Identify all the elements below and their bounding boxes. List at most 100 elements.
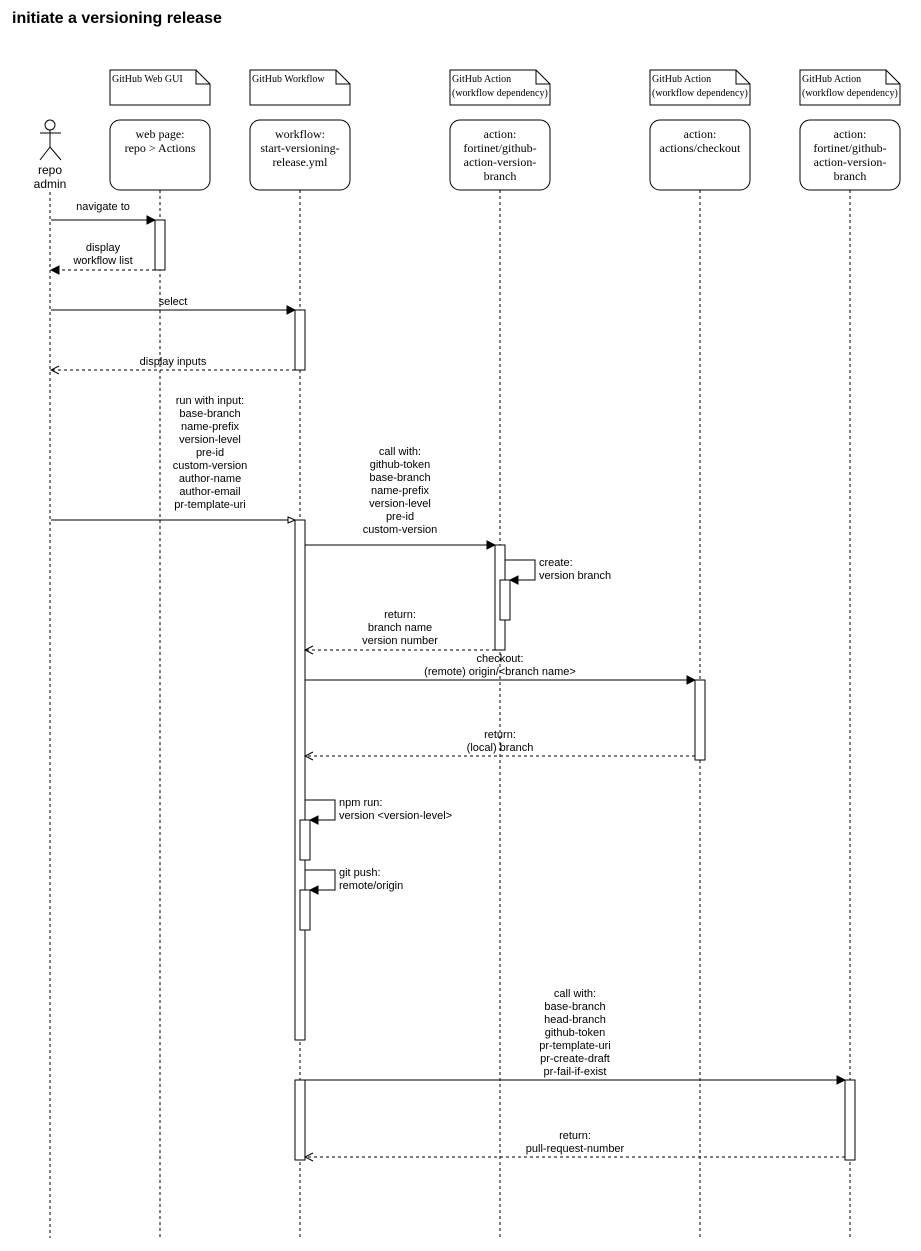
participant-note-text: (workflow dependency) xyxy=(802,88,898,99)
activation-bar xyxy=(299,819,311,861)
activation-bar xyxy=(499,579,511,621)
message-label: pr-template-uri xyxy=(539,1040,611,1052)
message-navigate-to: navigate to xyxy=(51,201,155,220)
message-call-with: call with:github-tokenbase-branchname-pr… xyxy=(305,446,495,545)
message-arrow xyxy=(305,799,336,820)
message-arrow xyxy=(505,559,536,580)
message-call-with: call with:base-branchhead-branchgithub-t… xyxy=(305,988,845,1080)
message-label: branch name xyxy=(368,622,432,634)
participant-box-text: start-versioning- xyxy=(260,141,339,155)
participant-box-text: branch xyxy=(484,169,517,183)
message-label: display inputs xyxy=(140,356,207,368)
message-label: remote/origin xyxy=(339,880,403,892)
participant-note-text: GitHub Web GUI xyxy=(112,74,183,85)
message-return: return:(local) branch xyxy=(305,729,695,756)
message-label: pull-request-number xyxy=(526,1143,625,1155)
participant-box-text: web page: xyxy=(136,127,185,141)
message-label: github-token xyxy=(370,459,431,471)
message-label: npm run: xyxy=(339,797,382,809)
message-label: pre-id xyxy=(196,447,224,459)
message-npm-run: npm run:version <version-level> xyxy=(305,797,452,822)
message-label: run with input: xyxy=(176,395,244,407)
activation-bar xyxy=(154,219,166,271)
message-label: version number xyxy=(362,635,438,647)
message-label: select xyxy=(159,296,188,308)
activation-bar xyxy=(294,1079,306,1161)
message-git-push: git push:remote/origin xyxy=(305,867,403,892)
message-label: custom-version xyxy=(173,460,248,472)
message-arrow xyxy=(305,869,336,890)
sequence-diagram: repoadmin GitHub Web GUI web page:repo > A… xyxy=(34,69,901,1238)
message-label: call with: xyxy=(379,446,421,458)
message-label: display xyxy=(86,242,121,254)
message-label: base-branch xyxy=(179,408,240,420)
participant-note-text: GitHub Action xyxy=(652,74,711,85)
actor-label: repo xyxy=(38,163,62,177)
participant-box-text: release.yml xyxy=(273,155,329,169)
message-display: displayworkflow list xyxy=(51,242,155,270)
message-label: pr-create-draft xyxy=(540,1053,610,1065)
activation-bar xyxy=(844,1079,856,1161)
message-label: base-branch xyxy=(369,472,430,484)
message-label: author-name xyxy=(179,473,241,485)
participant-box-text: actions/checkout xyxy=(660,141,741,155)
participant-vb: GitHub Action (workflow dependency) action… xyxy=(449,69,551,191)
message-label: pr-fail-if-exist xyxy=(544,1066,607,1078)
message-create: create:version branch xyxy=(505,557,611,582)
message-return: return:pull-request-number xyxy=(305,1130,845,1157)
message-label: pr-template-uri xyxy=(174,499,246,511)
actor-repo-admin: repoadmin xyxy=(34,119,67,191)
message-label: git push: xyxy=(339,867,381,879)
message-label: name-prefix xyxy=(371,485,430,497)
message-label: head-branch xyxy=(544,1014,606,1026)
message-checkout: checkout:(remote) origin/<branch name> xyxy=(305,653,695,680)
actor-label: admin xyxy=(34,177,67,191)
participant-box-text: action: xyxy=(834,127,867,141)
activation-bar xyxy=(294,309,306,371)
participant-note-text: GitHub Action xyxy=(802,74,861,85)
message-return: return:branch nameversion number xyxy=(305,609,495,650)
participant-box-text: action: xyxy=(484,127,517,141)
message-label: call with: xyxy=(554,988,596,1000)
participant-co: GitHub Action (workflow dependency) action… xyxy=(649,69,751,191)
participant-box-text: fortinet/github- xyxy=(463,141,536,155)
participant-gui: GitHub Web GUI web page:repo > Actions xyxy=(109,69,211,191)
message-label: version branch xyxy=(539,570,611,582)
message-label: pre-id xyxy=(386,511,414,523)
message-label: create: xyxy=(539,557,573,569)
participant-note-text: (workflow dependency) xyxy=(452,88,548,99)
message-label: author-email xyxy=(179,486,240,498)
activation-bar xyxy=(299,889,311,931)
message-label: name-prefix xyxy=(181,421,240,433)
participant-box-text: fortinet/github- xyxy=(813,141,886,155)
message-select: select xyxy=(51,296,295,310)
participant-box-text: workflow: xyxy=(275,127,325,141)
message-label: return: xyxy=(384,609,416,621)
participant-note-text: (workflow dependency) xyxy=(652,88,748,99)
participant-box-text: repo > Actions xyxy=(125,141,196,155)
participant-box-text: action: xyxy=(684,127,717,141)
message-display-inputs: display inputs xyxy=(51,356,295,370)
message-label: return: xyxy=(559,1130,591,1142)
message-label: version <version-level> xyxy=(339,810,452,822)
message-label: checkout: xyxy=(476,653,523,665)
participant-pr: GitHub Action (workflow dependency) action… xyxy=(799,69,901,191)
message-label: custom-version xyxy=(363,524,438,536)
message-label: github-token xyxy=(545,1027,606,1039)
participant-box-text: branch xyxy=(834,169,867,183)
participant-note-text: GitHub Workflow xyxy=(252,74,325,85)
message-label: version-level xyxy=(369,498,431,510)
participant-wf: GitHub Workflow workflow:start-versioning… xyxy=(249,69,351,191)
message-label: return: xyxy=(484,729,516,741)
message-label: (local) branch xyxy=(467,742,534,754)
message-label: navigate to xyxy=(76,201,130,213)
message-label: version-level xyxy=(179,434,241,446)
participant-box-text: action-version- xyxy=(464,155,537,169)
activation-bar xyxy=(294,519,306,1041)
message-label: workflow list xyxy=(72,255,132,267)
participant-note-text: GitHub Action xyxy=(452,74,511,85)
participant-box-text: action-version- xyxy=(814,155,887,169)
message-label: (remote) origin/<branch name> xyxy=(424,666,576,678)
activation-bar xyxy=(694,679,706,761)
message-label: base-branch xyxy=(544,1001,605,1013)
